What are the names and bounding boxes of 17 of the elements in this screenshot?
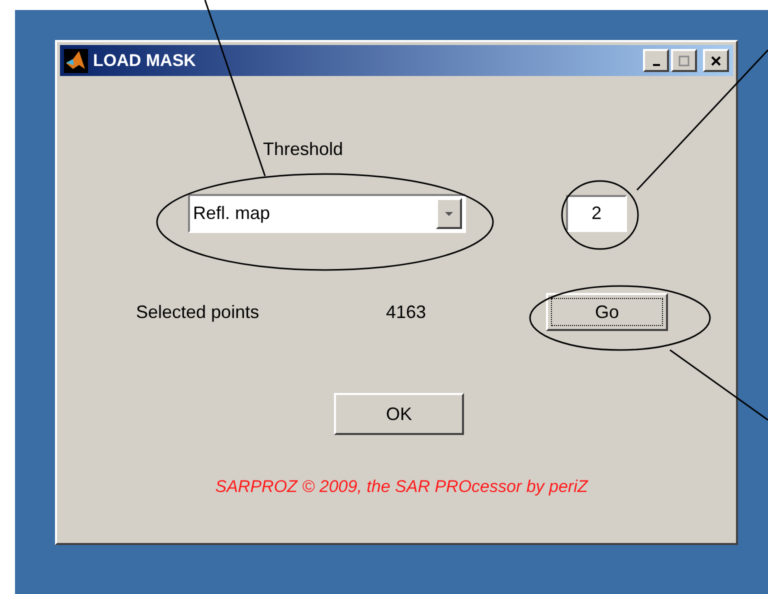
threshold-label: Threshold	[263, 139, 344, 160]
selected-points-value: 4163	[386, 302, 428, 322]
threshold-input[interactable]: 2	[566, 195, 627, 232]
go-button[interactable]: Go	[546, 293, 668, 331]
maximize-icon	[678, 54, 690, 66]
copyright-text: SARPROZ © 2009, the SAR PROcessor by periZ	[215, 477, 588, 497]
close-icon	[710, 54, 722, 66]
ok-button[interactable]: OK	[334, 393, 464, 435]
app-logo-icon	[64, 48, 88, 72]
selected-points-label: Selected points	[136, 302, 260, 322]
caret-icon	[445, 212, 453, 216]
maximize-button[interactable]	[671, 49, 697, 72]
minimize-button[interactable]	[643, 49, 669, 72]
close-button[interactable]	[703, 49, 729, 72]
minimize-icon	[652, 64, 660, 66]
dropdown[interactable]: Refl. map	[188, 194, 466, 233]
window-title: LOAD MASK	[93, 50, 197, 70]
